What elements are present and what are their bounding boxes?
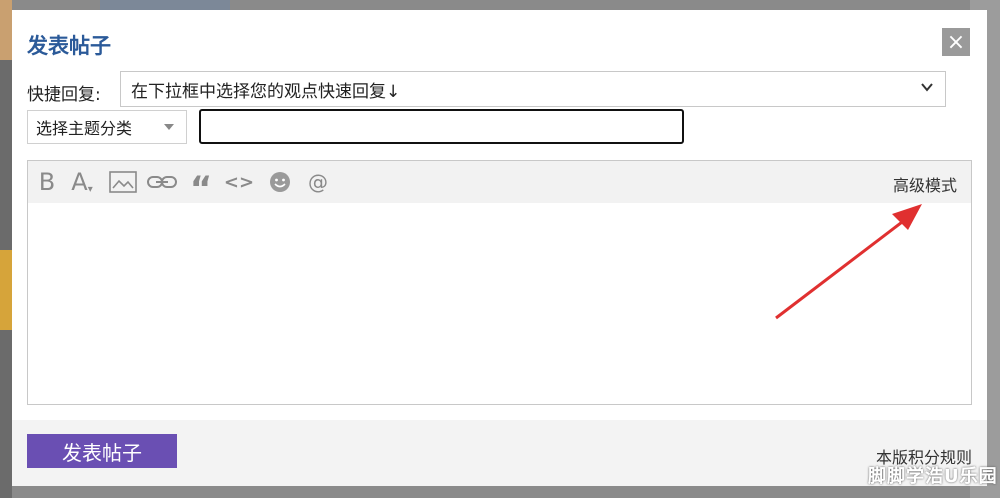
dialog-footer: 发表帖子 本版积分规则 (12, 420, 987, 486)
topic-category-selected-text: 选择主题分类 (36, 119, 133, 138)
font-color-dropdown-icon: ▾ (87, 183, 93, 195)
emoji-button[interactable] (266, 169, 294, 195)
watermark-text: 脚脚学浩U乐园 (868, 466, 998, 487)
chevron-down-icon (919, 79, 935, 99)
editor-toolbar: B A ▾ “ <> @ 高级模式 (28, 161, 971, 209)
post-title-input[interactable] (199, 109, 684, 144)
submit-post-button[interactable]: 发表帖子 (27, 434, 177, 468)
background-left-strip (0, 0, 12, 498)
font-color-icon: A (71, 168, 88, 196)
background-image-fragment (0, 0, 12, 60)
close-button[interactable]: × (942, 28, 970, 56)
close-icon: × (946, 29, 966, 55)
code-icon: <> (223, 171, 255, 193)
quick-reply-label: 快捷回复: (27, 85, 101, 105)
link-button[interactable] (146, 169, 178, 195)
bold-button[interactable]: B (36, 168, 58, 196)
bold-icon: B (38, 168, 56, 196)
caret-down-icon (164, 124, 174, 130)
mention-button[interactable]: @ (306, 169, 330, 195)
quick-reply-select[interactable]: 在下拉框中选择您的观点快速回复↓ (120, 71, 946, 107)
font-color-button[interactable]: A ▾ (68, 168, 96, 196)
image-button[interactable] (108, 169, 138, 195)
code-button[interactable]: <> (223, 169, 255, 195)
quick-reply-selected-text: 在下拉框中选择您的观点快速回复↓ (131, 81, 401, 102)
advanced-mode-link[interactable]: 高级模式 (893, 172, 957, 196)
topic-category-select[interactable]: 选择主题分类 (27, 110, 187, 144)
quote-button[interactable]: “ (188, 169, 214, 209)
annotation-arrow-icon (775, 204, 922, 320)
at-icon: @ (308, 170, 328, 194)
background-image-fragment (0, 250, 12, 330)
smiley-icon (270, 172, 290, 192)
post-dialog: 发表帖子 × 快捷回复: 在下拉框中选择您的观点快速回复↓ 选择主题分类 B A… (12, 10, 987, 486)
link-icon (147, 176, 177, 188)
image-icon (109, 171, 137, 193)
dialog-title: 发表帖子 (27, 34, 111, 58)
